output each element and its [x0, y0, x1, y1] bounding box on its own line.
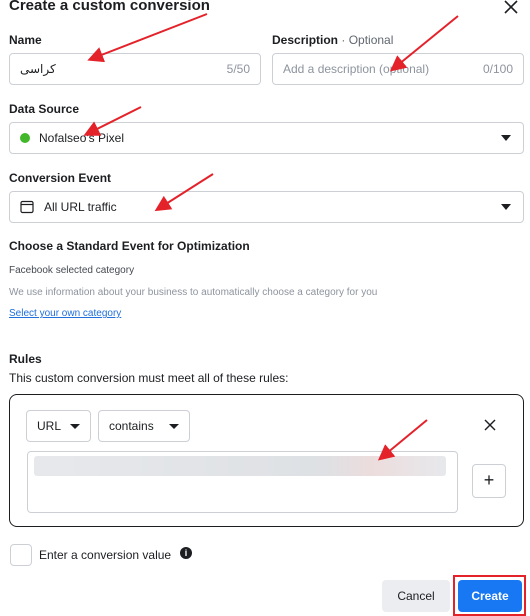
description-placeholder: Add a description (optional) [283, 62, 430, 76]
description-label: Description · Optional [272, 33, 393, 47]
conversion-value-label: Enter a conversion value [39, 548, 172, 562]
select-own-category-link[interactable]: Select your own category [9, 308, 121, 319]
description-label-text: Description [272, 33, 339, 47]
calendar-icon [20, 200, 34, 214]
add-rule-button[interactable]: + [472, 464, 506, 498]
conversion-event-value: All URL traffic [44, 200, 117, 214]
rules-heading: Rules [9, 352, 42, 366]
dialog-title: Create a custom conversion [9, 0, 210, 14]
description-input[interactable]: Add a description (optional) 0/100 [272, 53, 524, 85]
redacted-url-value [34, 456, 446, 476]
create-button[interactable]: Create [458, 580, 522, 612]
info-icon[interactable]: i [180, 547, 192, 559]
close-icon[interactable] [503, 0, 519, 14]
selected-category-text: Facebook selected category [9, 265, 135, 276]
rule-field-select[interactable]: URL [26, 410, 91, 442]
name-input[interactable]: کراسی 5/50 [9, 53, 261, 85]
cancel-button[interactable]: Cancel [382, 580, 450, 612]
remove-rule-icon[interactable] [483, 418, 497, 432]
chevron-down-icon [70, 424, 80, 429]
data-source-label: Data Source [9, 102, 80, 116]
rules-subheading: This custom conversion must meet all of … [9, 371, 289, 385]
standard-event-heading: Choose a Standard Event for Optimization [9, 239, 250, 253]
description-char-counter: 0/100 [482, 62, 513, 76]
optional-tag: · Optional [341, 33, 394, 47]
conversion-event-select[interactable]: All URL traffic [9, 191, 524, 223]
pixel-status-dot [20, 133, 30, 143]
category-info-text: We use information about your business t… [9, 287, 378, 298]
chevron-down-icon [501, 135, 511, 141]
rule-url-input[interactable] [27, 451, 458, 513]
conversion-value-checkbox[interactable] [10, 544, 32, 566]
name-label: Name [9, 33, 42, 47]
rule-field-value: URL [37, 419, 62, 433]
name-value: کراسی [20, 62, 56, 76]
rule-operator-select[interactable]: contains [98, 410, 190, 442]
data-source-value: Nofalseo's Pixel [39, 131, 124, 145]
chevron-down-icon [501, 204, 511, 210]
data-source-select[interactable]: Nofalseo's Pixel [9, 122, 524, 154]
chevron-down-icon [169, 424, 179, 429]
rule-operator-value: contains [109, 419, 154, 433]
conversion-event-label: Conversion Event [9, 171, 112, 185]
name-char-counter: 5/50 [226, 62, 250, 76]
